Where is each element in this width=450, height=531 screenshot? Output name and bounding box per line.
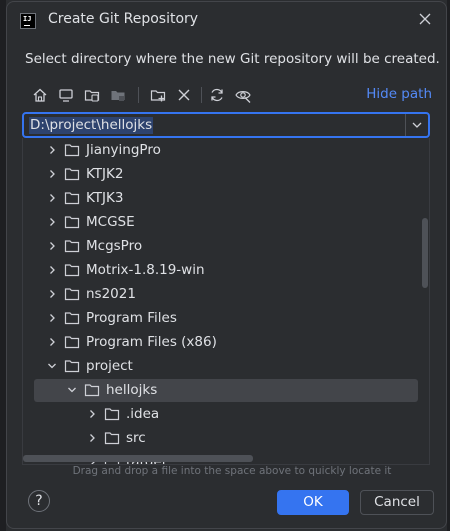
tree-item[interactable]: Program Files (x86): [23, 331, 429, 355]
dialog-description: Select directory where the new Git repos…: [25, 51, 440, 67]
show-hidden-icon[interactable]: [234, 86, 252, 104]
folder-icon: [84, 384, 100, 397]
vertical-scrollbar[interactable]: [422, 218, 428, 288]
tree-item[interactable]: McgsPro: [23, 235, 429, 259]
chevron-right-icon[interactable]: [46, 144, 58, 156]
tree-item-label: src: [126, 430, 146, 446]
ok-button[interactable]: OK: [277, 490, 349, 515]
path-input[interactable]: D:\project\hellojks: [29, 117, 154, 134]
toolbar-separator: [201, 87, 202, 103]
tree-item-label: KTJK3: [86, 190, 124, 206]
tree-item[interactable]: hellojks: [23, 379, 429, 403]
tree-item-label: ns2021: [86, 286, 136, 302]
tree-item-label: KTJK2: [86, 166, 124, 182]
tree-item[interactable]: project: [23, 355, 429, 379]
delete-icon[interactable]: [175, 86, 193, 104]
folder-icon: [64, 264, 80, 277]
folder-icon: [64, 192, 80, 205]
combo-separator: [405, 114, 406, 136]
toolbar-separator: [138, 87, 139, 103]
folder-icon: [104, 408, 120, 421]
folder-icon: [64, 288, 80, 301]
module-folder-icon[interactable]: [109, 86, 127, 104]
tree-item[interactable]: MCGSE: [23, 211, 429, 235]
tree-item-label: project: [86, 358, 133, 374]
horizontal-scrollbar[interactable]: [23, 455, 253, 462]
tree-item[interactable]: KTJK3: [23, 187, 429, 211]
tree-item-label: MCGSE: [86, 214, 135, 230]
desktop-icon[interactable]: [57, 86, 75, 104]
chevron-right-icon[interactable]: [46, 168, 58, 180]
new-folder-icon[interactable]: [149, 86, 167, 104]
create-git-repository-dialog: IJ Create Git Repository Select director…: [6, 1, 447, 529]
folder-icon: [64, 144, 80, 157]
drag-drop-hint: Drag and drop a file into the space abov…: [72, 465, 392, 477]
refresh-icon[interactable]: [208, 86, 226, 104]
tree-item[interactable]: src: [23, 427, 429, 451]
tree-item-label: Program Files: [86, 310, 177, 326]
cancel-button[interactable]: Cancel: [360, 490, 434, 515]
file-chooser-toolbar: Hide path: [25, 84, 435, 106]
tree-item-label: Motrix-1.8.19-win: [86, 262, 205, 278]
close-icon[interactable]: [417, 11, 433, 27]
tree-item[interactable]: JianyingPro: [23, 139, 429, 163]
folder-icon: [64, 360, 80, 373]
chevron-down-icon[interactable]: [46, 360, 58, 372]
folder-icon: [64, 240, 80, 253]
chevron-down-icon[interactable]: [66, 384, 78, 396]
hide-path-link[interactable]: Hide path: [366, 86, 432, 102]
tree-item-label: .idea: [126, 406, 160, 422]
help-button[interactable]: ?: [28, 490, 50, 512]
tree-item-label: McgsPro: [86, 238, 143, 254]
tree-item[interactable]: Motrix-1.8.19-win: [23, 259, 429, 283]
tree-item[interactable]: ns2021: [23, 283, 429, 307]
home-icon[interactable]: [31, 86, 49, 104]
directory-tree[interactable]: targetsrc.ideahellojksprojectProgram Fil…: [22, 138, 430, 465]
folder-icon: [64, 168, 80, 181]
chevron-right-icon[interactable]: [46, 192, 58, 204]
project-folder-icon[interactable]: [83, 86, 101, 104]
chevron-right-icon[interactable]: [86, 432, 98, 444]
tree-item-label: Program Files (x86): [86, 334, 217, 350]
title-bar: IJ Create Git Repository: [7, 2, 446, 38]
folder-icon: [64, 312, 80, 325]
folder-icon: [64, 216, 80, 229]
chevron-right-icon[interactable]: [46, 240, 58, 252]
chevron-right-icon[interactable]: [46, 312, 58, 324]
folder-icon: [64, 336, 80, 349]
tree-item[interactable]: .idea: [23, 403, 429, 427]
folder-icon: [104, 432, 120, 445]
tree-item[interactable]: Program Files: [23, 307, 429, 331]
chevron-down-icon[interactable]: [410, 118, 424, 132]
chevron-right-icon[interactable]: [46, 264, 58, 276]
path-combobox[interactable]: D:\project\hellojks: [22, 112, 430, 138]
tree-item-label: JianyingPro: [86, 142, 161, 158]
chevron-right-icon[interactable]: [46, 216, 58, 228]
tree-item[interactable]: KTJK2: [23, 163, 429, 187]
tree-item-label: hellojks: [106, 382, 158, 398]
chevron-right-icon[interactable]: [46, 336, 58, 348]
intellij-app-icon: IJ: [20, 13, 36, 29]
chevron-right-icon[interactable]: [46, 288, 58, 300]
dialog-title: Create Git Repository: [48, 11, 199, 27]
chevron-right-icon[interactable]: [86, 408, 98, 420]
